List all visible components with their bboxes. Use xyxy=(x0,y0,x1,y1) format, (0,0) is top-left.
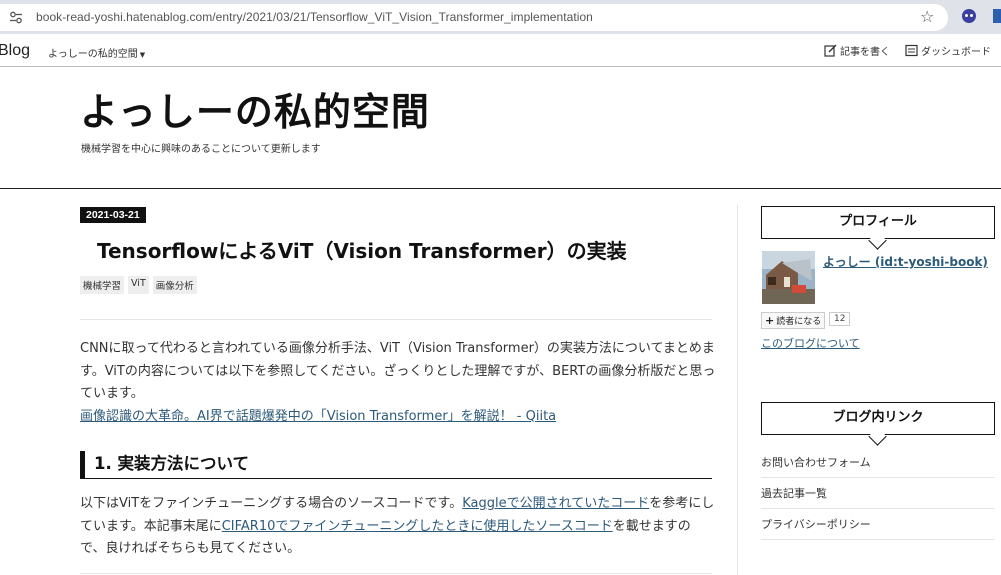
blog-title[interactable]: よっしーの私的空間 xyxy=(80,81,430,136)
section-heading: 1. 実装方法について xyxy=(80,451,712,479)
hatena-blog-logo[interactable]: Blog xyxy=(0,42,30,60)
caret-down-icon: ▼ xyxy=(139,51,146,59)
extension-icon[interactable] xyxy=(962,9,976,23)
category-tag[interactable]: 画像分析 xyxy=(152,276,197,294)
profile-name-link[interactable]: よっしー (id:t-yoshi-book) xyxy=(823,253,988,270)
dashboard-icon xyxy=(905,44,918,57)
intro-paragraph: CNNに取って代わると言われている画像分析手法、ViT（Vision Trans… xyxy=(80,338,716,428)
sidebar-link-archive[interactable]: 過去記事一覧 xyxy=(761,478,995,509)
url-text[interactable]: book-read-yoshi.hatenablog.com/entry/202… xyxy=(36,10,593,24)
para-text: 以下はViTをファインチューニングする場合のソースコードです。 xyxy=(80,496,463,511)
avatar[interactable] xyxy=(762,251,815,304)
about-blog-link[interactable]: このブログについて xyxy=(761,335,860,351)
blog-switcher[interactable]: よっしーの私的空間 ▼ xyxy=(48,45,145,60)
profile-module-title: プロフィール xyxy=(761,206,995,239)
edit-icon xyxy=(824,44,837,57)
plus-icon: + xyxy=(765,314,775,327)
dashboard-label: ダッシュボード xyxy=(921,47,991,58)
category-tag[interactable]: 機械学習 xyxy=(80,276,125,294)
qiita-link[interactable]: 画像認識の大革命。AI界で話題爆発中の「Vision Transformer」を… xyxy=(80,409,556,424)
hatena-global-bar: Blog よっしーの私的空間 ▼ 記事を書く ダッシュボード xyxy=(0,34,1001,67)
write-entry-link[interactable]: 記事を書く xyxy=(824,43,890,58)
sidebar-link-contact[interactable]: お問い合わせフォーム xyxy=(761,447,995,478)
category-list: 機械学習 ViT 画像分析 xyxy=(80,276,197,294)
kaggle-code-link[interactable]: Kaggleで公開されていたコード xyxy=(462,496,649,511)
category-tag[interactable]: ViT xyxy=(128,276,149,294)
reader-count-badge[interactable]: 12 xyxy=(829,312,851,326)
intro-text: CNNに取って代わると言われている画像分析手法、ViT（Vision Trans… xyxy=(80,341,716,401)
bookmark-star-icon[interactable]: ☆ xyxy=(920,9,934,25)
column-separator xyxy=(737,205,738,575)
avatar-image xyxy=(762,251,815,304)
implementation-paragraph: 以下はViTをファインチューニングする場合のソースコードです。Kaggleで公開… xyxy=(80,493,716,561)
blog-links-module-title: ブログ内リンク xyxy=(761,402,995,435)
dashboard-link[interactable]: ダッシュボード xyxy=(905,43,991,58)
browser-toolbar: book-read-yoshi.hatenablog.com/entry/202… xyxy=(0,0,1001,34)
divider xyxy=(80,319,712,320)
cifar10-code-link[interactable]: CIFAR10でファインチューニングしたときに使用したソースコード xyxy=(222,519,613,534)
write-entry-label: 記事を書く xyxy=(840,47,890,58)
extension-icon-2[interactable] xyxy=(993,9,1001,23)
blog-description: 機械学習を中心に興味のあることについて更新します xyxy=(81,144,321,155)
sidebar-link-privacy[interactable]: プライバシーポリシー xyxy=(761,509,995,540)
site-settings-icon[interactable] xyxy=(9,11,23,24)
blog-header: よっしーの私的空間 機械学習を中心に興味のあることについて更新します xyxy=(0,67,1001,189)
subscribe-button[interactable]: + 読者になる xyxy=(761,312,826,329)
subscribe-label: 読者になる xyxy=(776,317,822,327)
address-bar[interactable]: book-read-yoshi.hatenablog.com/entry/202… xyxy=(0,4,948,31)
entry-date[interactable]: 2021-03-21 xyxy=(80,207,146,223)
blog-switcher-label: よっしーの私的空間 xyxy=(48,49,138,60)
divider xyxy=(80,573,712,574)
entry-title[interactable]: TensorflowによるViT（Vision Transformer）の実装 xyxy=(97,235,627,264)
